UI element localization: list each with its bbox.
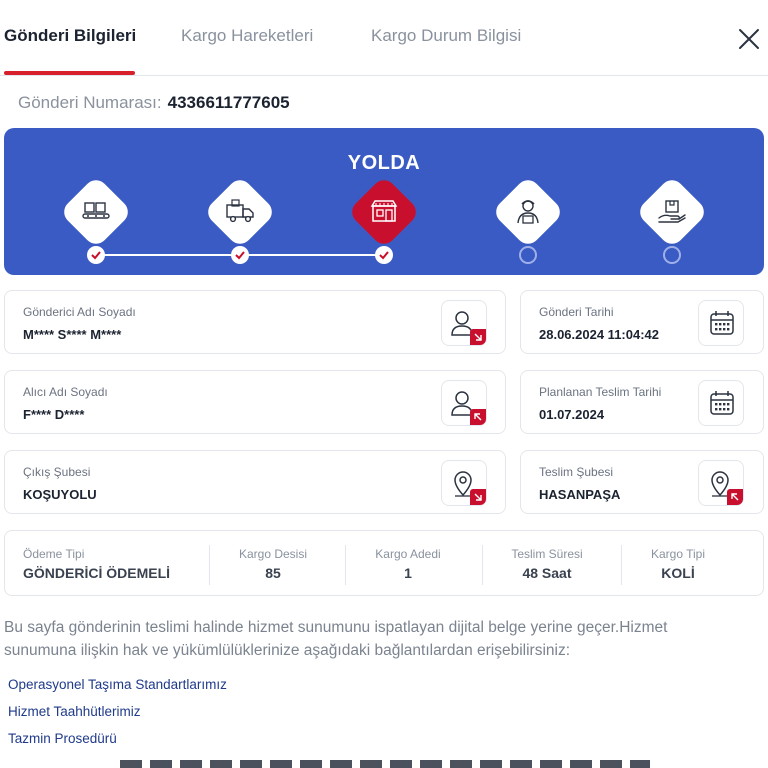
status-title: YOLDA	[347, 152, 421, 174]
step-done-dot	[87, 246, 105, 264]
cargo-desi: Kargo Desisi 85	[210, 531, 336, 595]
cargo-type-label: Kargo Tipi	[650, 547, 706, 561]
cargo-count-value: 1	[404, 565, 412, 581]
cargo-type-value: KOLİ	[661, 565, 695, 581]
step-transfer	[203, 175, 277, 264]
tab-cargo-movements[interactable]: Kargo Hareketleri	[181, 26, 313, 46]
tab-cargo-status[interactable]: Kargo Durum Bilgisi	[371, 26, 521, 46]
user-icon	[441, 300, 487, 346]
cut-off-heading	[120, 760, 650, 768]
step-done-dot	[231, 246, 249, 264]
step-branch-current	[347, 175, 421, 264]
warehouse-boxes-icon	[82, 202, 110, 219]
origin-branch-label: Çıkış Şubesi	[23, 465, 91, 479]
origin-branch-card: Çıkış Şubesi KOŞUYOLU	[4, 450, 506, 514]
location-pin-icon	[698, 460, 744, 506]
user-icon	[441, 380, 487, 426]
cargo-count: Kargo Adedi 1	[346, 531, 470, 595]
receiver-card: Alıcı Adı Soyadı F**** D****	[4, 370, 506, 434]
step-courier	[491, 175, 565, 264]
shipment-number-label: Gönderi Numarası:	[18, 93, 162, 112]
branch-store-icon	[370, 200, 398, 222]
receiver-value: F**** D****	[23, 407, 85, 422]
planned-date-card: Planlanan Teslim Tarihi 01.07.2024	[520, 370, 764, 434]
ship-date-label: Gönderi Tarihi	[539, 305, 614, 319]
calendar-icon	[698, 300, 744, 346]
close-icon[interactable]	[736, 26, 762, 52]
calendar-icon	[698, 380, 744, 426]
ship-date-value: 28.06.2024 11:04:42	[539, 327, 659, 342]
arrow-up-left-icon	[470, 409, 486, 425]
sender-label: Gönderici Adı Soyadı	[23, 305, 136, 319]
delivery-branch-label: Teslim Şubesi	[539, 465, 614, 479]
arrow-up-left-icon	[727, 489, 743, 505]
planned-date-label: Planlanan Teslim Tarihi	[539, 385, 662, 399]
payment-type: Ödeme Tipi GÖNDERİCİ ÖDEMELİ	[23, 531, 213, 595]
shipment-number-value: 4336611777605	[167, 93, 290, 112]
shipment-summary: Ödeme Tipi GÖNDERİCİ ÖDEMELİ Kargo Desis…	[4, 530, 764, 596]
delivery-duration-label: Teslim Süresi	[511, 547, 583, 561]
receiver-label: Alıcı Adı Soyadı	[23, 385, 108, 399]
step-delivered	[635, 175, 709, 264]
tab-bar: Gönderi Bilgileri Kargo Hareketleri Karg…	[0, 0, 768, 76]
cargo-desi-value: 85	[265, 565, 281, 581]
step-pending-dot	[519, 246, 537, 264]
arrow-down-right-icon	[470, 329, 486, 345]
cargo-desi-label: Kargo Desisi	[238, 547, 308, 561]
sender-card: Gönderici Adı Soyadı M**** S**** M****	[4, 290, 506, 354]
payment-type-label: Ödeme Tipi	[23, 547, 85, 561]
step-pending-dot	[663, 246, 681, 264]
location-pin-icon	[441, 460, 487, 506]
origin-branch-value: KOŞUYOLU	[23, 487, 97, 502]
step-done-dot	[375, 246, 393, 264]
planned-date-value: 01.07.2024	[539, 407, 605, 422]
payment-type-value: GÖNDERİCİ ÖDEMELİ	[23, 565, 171, 581]
cargo-type: Kargo Tipi KOLİ	[622, 531, 734, 595]
digital-document-notice: Bu sayfa gönderinin teslimi halinde hizm…	[4, 619, 668, 659]
delivery-branch-card: Teslim Şubesi HASANPAŞA	[520, 450, 764, 514]
active-tab-indicator	[4, 71, 135, 75]
step-warehouse	[59, 175, 133, 264]
tab-shipment-info[interactable]: Gönderi Bilgileri	[4, 26, 136, 46]
status-panel: YOLDA	[4, 128, 764, 275]
courier-icon	[517, 200, 539, 224]
hand-package-icon	[658, 200, 686, 223]
link-operational-standards[interactable]: Operasyonel Taşıma Standartlarımız	[8, 677, 227, 692]
delivery-duration: Teslim Süresi 48 Saat	[483, 531, 611, 595]
ship-date-card: Gönderi Tarihi 28.06.2024 11:04:42	[520, 290, 764, 354]
link-compensation-procedure[interactable]: Tazmin Prosedürü	[8, 731, 117, 746]
arrow-down-right-icon	[470, 489, 486, 505]
cargo-count-label: Kargo Adedi	[375, 547, 441, 561]
shipment-number: Gönderi Numarası: 4336611777605	[18, 93, 290, 113]
sender-value: M**** S**** M****	[23, 327, 122, 342]
link-service-commitments[interactable]: Hizmet Taahhütlerimiz	[8, 704, 141, 719]
delivery-truck-icon	[226, 199, 254, 223]
delivery-duration-value: 48 Saat	[522, 565, 572, 581]
delivery-branch-value: HASANPAŞA	[539, 487, 621, 502]
